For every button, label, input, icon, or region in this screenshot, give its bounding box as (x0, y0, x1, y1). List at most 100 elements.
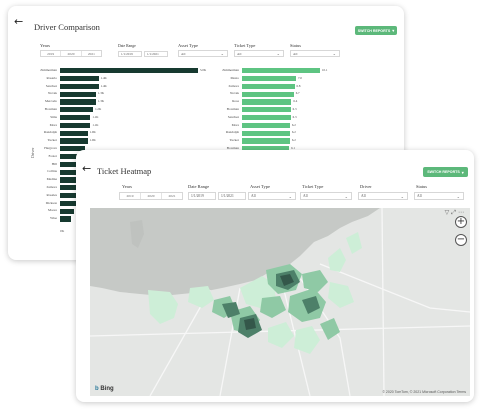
driver-select[interactable]: All ⌄ (358, 192, 408, 200)
asset-type-select[interactable]: All ⌄ (248, 192, 296, 200)
ticket-type-value: All (237, 51, 242, 56)
arrow-left-icon[interactable]: ← (14, 15, 23, 28)
bar[interactable] (242, 138, 290, 144)
bar-row[interactable]: Zamora 6.8 (228, 83, 320, 91)
bar-row[interactable]: Mora 1.1K (50, 122, 198, 130)
bing-attribution: b Bing (95, 386, 114, 392)
bar[interactable] (60, 216, 72, 222)
bar-row[interactable]: Bowman 6.3 (227, 106, 320, 114)
bar-value-label: 6.2 (291, 138, 296, 143)
more-options-icon[interactable]: ⋯ (458, 209, 466, 216)
years-selector[interactable]: 2019 2020 2021 (119, 192, 183, 200)
bar-row[interactable]: Novak 6.7 (230, 90, 320, 98)
status-select[interactable]: All ⌄ (414, 192, 464, 200)
year-2021-button[interactable]: 2021 (82, 51, 101, 56)
bar-label: Rosario (46, 75, 57, 80)
bar-row[interactable]: Bowman 1.2K (45, 106, 198, 114)
bar[interactable] (242, 130, 290, 136)
bar[interactable] (60, 122, 91, 129)
arrow-left-icon[interactable]: ← (82, 162, 91, 175)
bar[interactable] (60, 68, 198, 74)
year-2020-button[interactable]: 2020 (61, 51, 82, 56)
bar[interactable] (60, 91, 96, 97)
bar-row[interactable]: Sims 1.1K (50, 114, 198, 122)
ticket-type-select[interactable]: All ⌄ (300, 192, 352, 200)
year-2020-button[interactable]: 2020 (141, 193, 162, 199)
bar-row[interactable]: Sanchez 1.4K (46, 83, 198, 91)
heatmap-map[interactable]: ▽⤢⋯ + − b Bing © 2020 TomTom, © 2021 Mic… (90, 208, 470, 396)
bar[interactable] (60, 99, 96, 105)
date-from-value: 1/1/2019 (121, 52, 133, 56)
bar-row[interactable]: Mercado 1.3K (45, 98, 198, 106)
bar-label: Moore (47, 208, 57, 213)
bar-value-label: 1.3K (97, 91, 104, 96)
bar[interactable] (242, 107, 291, 113)
chevron-down-icon: ⌄ (220, 51, 224, 56)
bar-row[interactable]: Rosario 1.4K (46, 75, 198, 83)
status-select[interactable]: All ⌄ (290, 50, 340, 57)
bar[interactable] (60, 208, 74, 214)
date-to-field[interactable]: 1/1/2021 (144, 51, 168, 57)
date-from-field[interactable]: 1/1/2019 (188, 192, 216, 200)
switch-reports-button[interactable]: SWITCH REPORTS ▾ (355, 26, 397, 35)
bar[interactable] (60, 107, 94, 113)
date-to-field[interactable]: 1/1/2021 (218, 192, 246, 200)
bar-row[interactable]: Mora 6.2 (232, 122, 320, 130)
date-from-field[interactable]: 1/1/2019 (118, 51, 142, 57)
asset-type-select[interactable]: All ⌄ (178, 50, 228, 57)
bar[interactable] (242, 76, 297, 82)
asset-type-label: Asset Type (178, 43, 198, 48)
ticket-type-select[interactable]: All ⌄ (234, 50, 284, 57)
bar-label: Mesto (230, 75, 239, 80)
bar[interactable] (60, 83, 99, 90)
bar[interactable] (242, 68, 320, 74)
date-range-label: Date Range (188, 184, 210, 189)
bar-row[interactable]: Zimmerman 5.0K (40, 67, 206, 75)
bar-label: Mercado (44, 99, 57, 104)
zoom-in-button[interactable]: + (455, 216, 467, 228)
years-selector[interactable]: 2019 2020 2021 (40, 50, 102, 57)
bar-row[interactable]: Novak 1.3K (48, 90, 198, 98)
bar[interactable] (242, 115, 291, 121)
bar-value-label: 1.4K (100, 83, 107, 88)
bar[interactable] (242, 122, 290, 129)
year-2021-button[interactable]: 2021 (162, 193, 182, 199)
bar[interactable] (60, 115, 91, 121)
bar-label: Foster (48, 153, 57, 158)
bar[interactable] (242, 99, 292, 105)
bar[interactable] (60, 200, 77, 207)
bar[interactable] (242, 83, 295, 90)
report-montage: ← Driver Comparison SWITCH REPORTS ▾ Yea… (0, 0, 480, 410)
ticket-heatmap-card: ← Ticket Heatmap SWITCH REPORTS ▾ Years … (76, 150, 474, 402)
bar[interactable] (60, 138, 88, 144)
zoom-out-button[interactable]: − (455, 234, 467, 246)
bar-row[interactable]: Sanchez 6.3 (228, 114, 320, 122)
bar-row[interactable]: Zimmerman 10.1 (222, 67, 327, 75)
year-2019-button[interactable]: 2019 (120, 193, 141, 199)
bar-row[interactable]: Randolph 1.0K (44, 129, 198, 137)
switch-reports-button[interactable]: SWITCH REPORTS ▾ (423, 167, 468, 177)
asset-type-label: Asset Type (250, 184, 270, 189)
ticket-type-label: Ticket Type (302, 184, 324, 189)
bar-row[interactable]: Tucker 1.0K (48, 137, 198, 145)
plus-icon: + (456, 216, 466, 227)
bar-label: Novak (47, 91, 57, 96)
bar-row[interactable]: Mesto 7.0 (231, 75, 320, 83)
bar-value-label: 1.2K (95, 107, 102, 111)
years-label: Years (122, 184, 133, 189)
switch-reports-label: SWITCH REPORTS (427, 170, 460, 174)
bar-value-label: 1.1K (92, 114, 99, 119)
year-2019-button[interactable]: 2019 (41, 51, 62, 56)
bar-value-label: 6.8 (296, 83, 301, 88)
bar[interactable] (60, 130, 88, 136)
bar[interactable] (60, 193, 77, 199)
bar-label: Zamora (46, 185, 57, 189)
bar[interactable] (242, 91, 294, 97)
bar-row[interactable]: Rosa 6.4 (232, 98, 320, 106)
bar[interactable] (60, 76, 99, 82)
bar-label: Dickson (45, 200, 57, 205)
bar-value-label: 1.0K (89, 138, 96, 143)
bar-row[interactable]: Randolph 6.2 (226, 129, 320, 137)
focus-mode-icon[interactable]: ⤢ (451, 209, 458, 216)
bar-row[interactable]: Tucker 6.2 (230, 137, 320, 145)
